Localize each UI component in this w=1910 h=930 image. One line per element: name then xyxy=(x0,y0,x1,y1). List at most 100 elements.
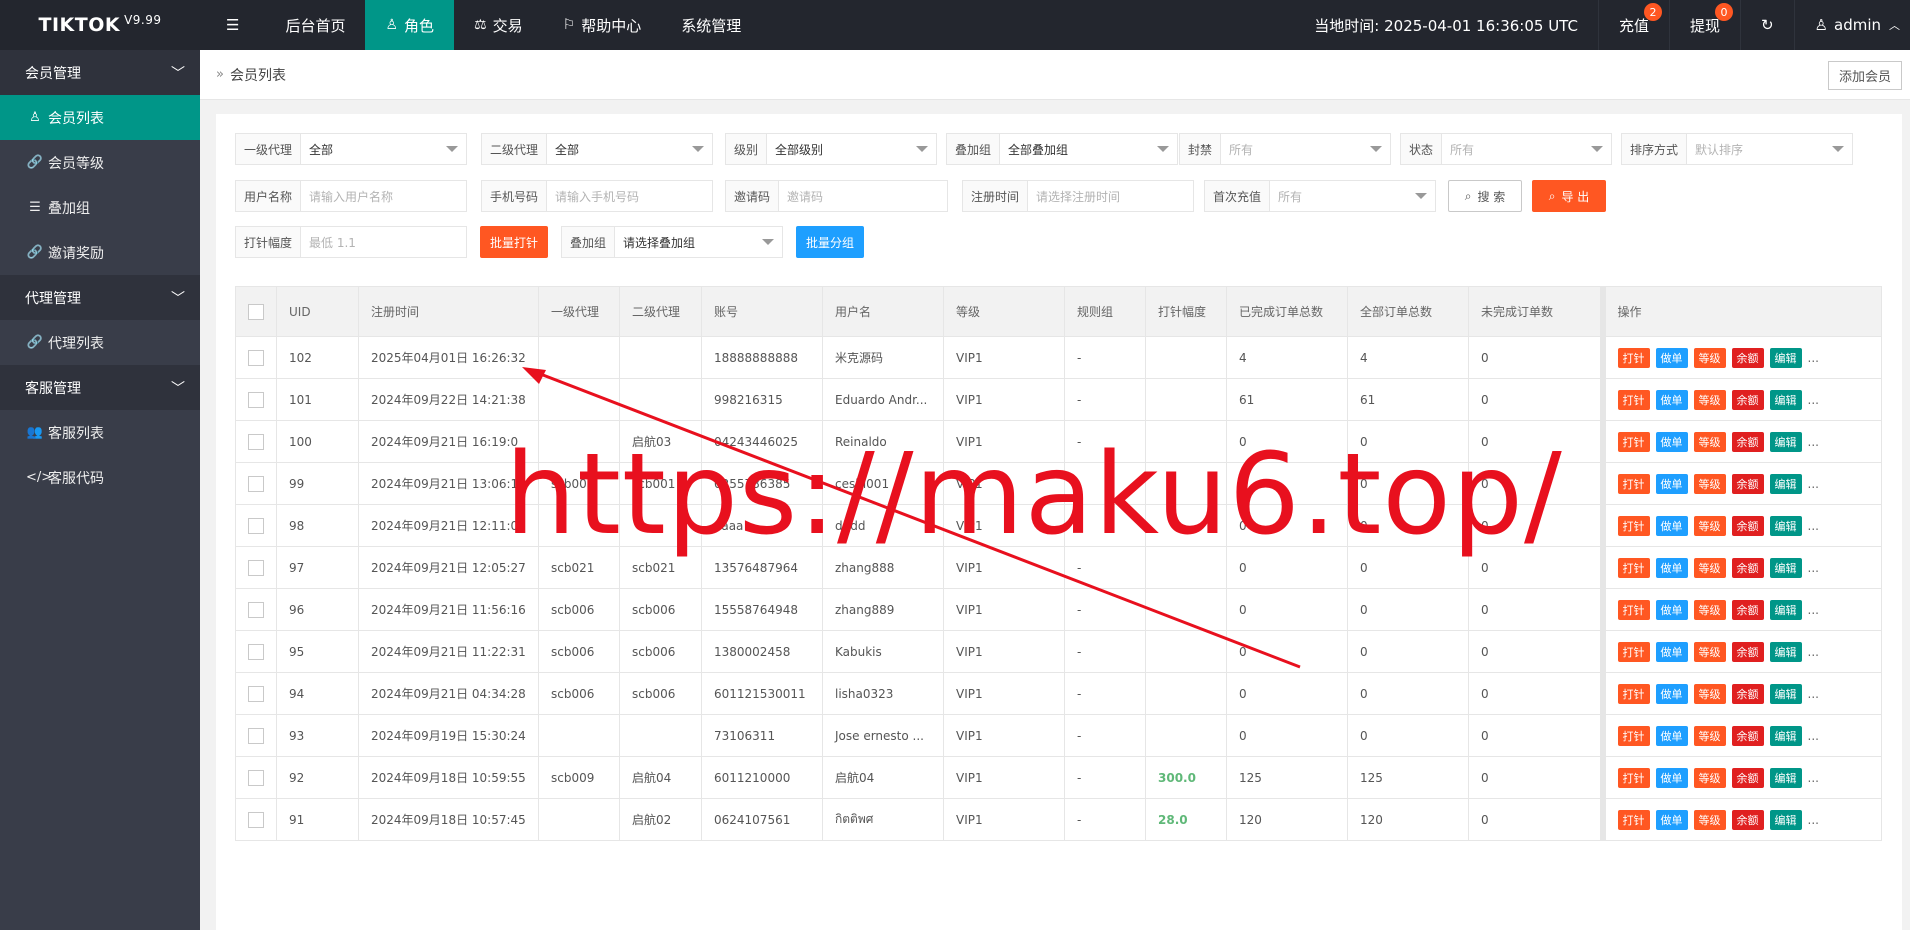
more-actions-button[interactable]: ... xyxy=(1808,519,1819,533)
make-order-button[interactable]: 做单 xyxy=(1655,683,1688,704)
filter-stack-group[interactable]: 叠加组 全部叠加组 xyxy=(946,133,1178,165)
sidebar-item-support-code[interactable]: </> 客服代码 xyxy=(0,455,200,500)
pin-button[interactable]: 打针 xyxy=(1617,725,1650,746)
balance-button[interactable]: 余额 xyxy=(1731,557,1764,578)
filter-assign-group[interactable]: 叠加组 请选择叠加组 xyxy=(561,226,783,258)
row-checkbox[interactable] xyxy=(235,714,277,757)
sidebar-item-member-level[interactable]: 🔗 会员等级 xyxy=(0,140,200,185)
more-actions-button[interactable]: ... xyxy=(1808,603,1819,617)
edit-button[interactable]: 编辑 xyxy=(1769,725,1802,746)
make-order-button[interactable]: 做单 xyxy=(1655,557,1688,578)
more-actions-button[interactable]: ... xyxy=(1808,729,1819,743)
nav-system[interactable]: 系统管理 xyxy=(661,0,761,50)
level-button[interactable]: 等级 xyxy=(1693,809,1726,830)
table-row[interactable]: 93 2024年09月19日 15:30:24 73106311 Jose ernes… xyxy=(235,714,1882,757)
make-order-button[interactable]: 做单 xyxy=(1655,347,1688,368)
row-checkbox[interactable] xyxy=(235,588,277,631)
edit-button[interactable]: 编辑 xyxy=(1769,347,1802,368)
table-row[interactable]: 94 2024年09月21日 04:34:28 scb006 scb006 601121… xyxy=(235,672,1882,715)
make-order-button[interactable]: 做单 xyxy=(1655,725,1688,746)
filter-level2-agent[interactable]: 二级代理 全部 xyxy=(481,133,713,165)
balance-button[interactable]: 余额 xyxy=(1731,347,1764,368)
pin-button[interactable]: 打针 xyxy=(1617,767,1650,788)
refresh-button[interactable]: ↻ xyxy=(1739,0,1794,50)
pin-button[interactable]: 打针 xyxy=(1617,641,1650,662)
edit-button[interactable]: 编辑 xyxy=(1769,809,1802,830)
row-checkbox[interactable] xyxy=(235,462,277,505)
withdraw-button[interactable]: 提现 0 xyxy=(1668,0,1740,50)
row-checkbox[interactable] xyxy=(235,546,277,589)
filter-username[interactable]: 用户名称 请输入用户名称 xyxy=(235,180,467,212)
filter-ban[interactable]: 封禁 所有 xyxy=(1179,133,1391,165)
table-row[interactable]: 101 2024年09月22日 14:21:38 998216315 Eduardo … xyxy=(235,378,1882,421)
balance-button[interactable]: 余额 xyxy=(1731,473,1764,494)
sidebar-group-agents[interactable]: 代理管理 ﹀ xyxy=(0,275,200,320)
edit-button[interactable]: 编辑 xyxy=(1769,641,1802,662)
level-button[interactable]: 等级 xyxy=(1693,599,1726,620)
level-button[interactable]: 等级 xyxy=(1693,767,1726,788)
make-order-button[interactable]: 做单 xyxy=(1655,431,1688,452)
breadcrumb-current[interactable]: 会员列表 xyxy=(230,65,286,85)
app-logo[interactable]: TIKTOK V9.99 xyxy=(0,0,200,50)
row-checkbox[interactable] xyxy=(235,336,277,379)
row-checkbox[interactable] xyxy=(235,756,277,799)
filter-grade[interactable]: 级别 全部级别 xyxy=(725,133,937,165)
level-button[interactable]: 等级 xyxy=(1693,725,1726,746)
row-checkbox[interactable] xyxy=(235,420,277,463)
nav-trade[interactable]: ⚖ 交易 xyxy=(454,0,543,50)
pin-button[interactable]: 打针 xyxy=(1617,473,1650,494)
edit-button[interactable]: 编辑 xyxy=(1769,767,1802,788)
balance-button[interactable]: 余额 xyxy=(1731,809,1764,830)
filter-status[interactable]: 状态 所有 xyxy=(1400,133,1612,165)
balance-button[interactable]: 余额 xyxy=(1731,641,1764,662)
balance-button[interactable]: 余额 xyxy=(1731,683,1764,704)
batch-pin-button[interactable]: 批量打针 xyxy=(480,226,548,258)
level-button[interactable]: 等级 xyxy=(1693,515,1726,536)
filter-invite-code[interactable]: 邀请码 邀请码 xyxy=(725,180,948,212)
user-menu[interactable]: ♙ admin ︿ xyxy=(1793,0,1910,50)
more-actions-button[interactable]: ... xyxy=(1808,813,1819,827)
pin-button[interactable]: 打针 xyxy=(1617,809,1650,830)
more-actions-button[interactable]: ... xyxy=(1808,393,1819,407)
filter-pin-range[interactable]: 打针幅度 最低 1.1 xyxy=(235,226,467,258)
make-order-button[interactable]: 做单 xyxy=(1655,641,1688,662)
table-row[interactable]: 102 2025年04月01日 16:26:32 18888888888 米克源码 VI… xyxy=(235,336,1882,379)
table-row[interactable]: 96 2024年09月21日 11:56:16 scb006 scb006 155587… xyxy=(235,588,1882,631)
row-checkbox[interactable] xyxy=(235,504,277,547)
sidebar-item-invite-reward[interactable]: 🔗 邀请奖励 xyxy=(0,230,200,275)
search-button[interactable]: ⌕ 搜 索 xyxy=(1448,180,1522,212)
pin-button[interactable]: 打针 xyxy=(1617,389,1650,410)
sidebar-item-member-list[interactable]: ♙ 会员列表 xyxy=(0,95,200,140)
nav-dashboard[interactable]: 后台首页 xyxy=(265,0,365,50)
sidebar-group-members[interactable]: 会员管理 ﹀ xyxy=(0,50,200,95)
make-order-button[interactable]: 做单 xyxy=(1655,767,1688,788)
balance-button[interactable]: 余额 xyxy=(1731,389,1764,410)
edit-button[interactable]: 编辑 xyxy=(1769,473,1802,494)
table-row[interactable]: 91 2024年09月18日 10:57:45 启航02 0624107561 กิตต… xyxy=(235,798,1882,841)
balance-button[interactable]: 余额 xyxy=(1731,725,1764,746)
balance-button[interactable]: 余额 xyxy=(1731,599,1764,620)
make-order-button[interactable]: 做单 xyxy=(1655,473,1688,494)
table-row[interactable]: 92 2024年09月18日 10:59:55 scb009 启航04 60112100… xyxy=(235,756,1882,799)
edit-button[interactable]: 编辑 xyxy=(1769,515,1802,536)
add-member-button[interactable]: 添加会员 xyxy=(1827,61,1902,90)
recharge-button[interactable]: 充值 2 xyxy=(1597,0,1669,50)
row-checkbox[interactable] xyxy=(235,798,277,841)
more-actions-button[interactable]: ... xyxy=(1808,351,1819,365)
level-button[interactable]: 等级 xyxy=(1693,641,1726,662)
edit-button[interactable]: 编辑 xyxy=(1769,389,1802,410)
filter-sort[interactable]: 排序方式 默认排序 xyxy=(1621,133,1853,165)
more-actions-button[interactable]: ... xyxy=(1808,771,1819,785)
export-button[interactable]: ⌕ 导 出 xyxy=(1532,180,1606,212)
filter-level1-agent[interactable]: 一级代理 全部 xyxy=(235,133,467,165)
more-actions-button[interactable]: ... xyxy=(1808,435,1819,449)
filter-phone[interactable]: 手机号码 请输入手机号码 xyxy=(481,180,713,212)
filter-first-charge[interactable]: 首次充值 所有 xyxy=(1204,180,1436,212)
sidebar-item-support-list[interactable]: 👥 客服列表 xyxy=(0,410,200,455)
pin-button[interactable]: 打针 xyxy=(1617,515,1650,536)
table-row[interactable]: 95 2024年09月21日 11:22:31 scb006 scb006 138000… xyxy=(235,630,1882,673)
pin-button[interactable]: 打针 xyxy=(1617,683,1650,704)
balance-button[interactable]: 余额 xyxy=(1731,515,1764,536)
nav-role[interactable]: ♙ 角色 xyxy=(365,0,455,50)
more-actions-button[interactable]: ... xyxy=(1808,687,1819,701)
